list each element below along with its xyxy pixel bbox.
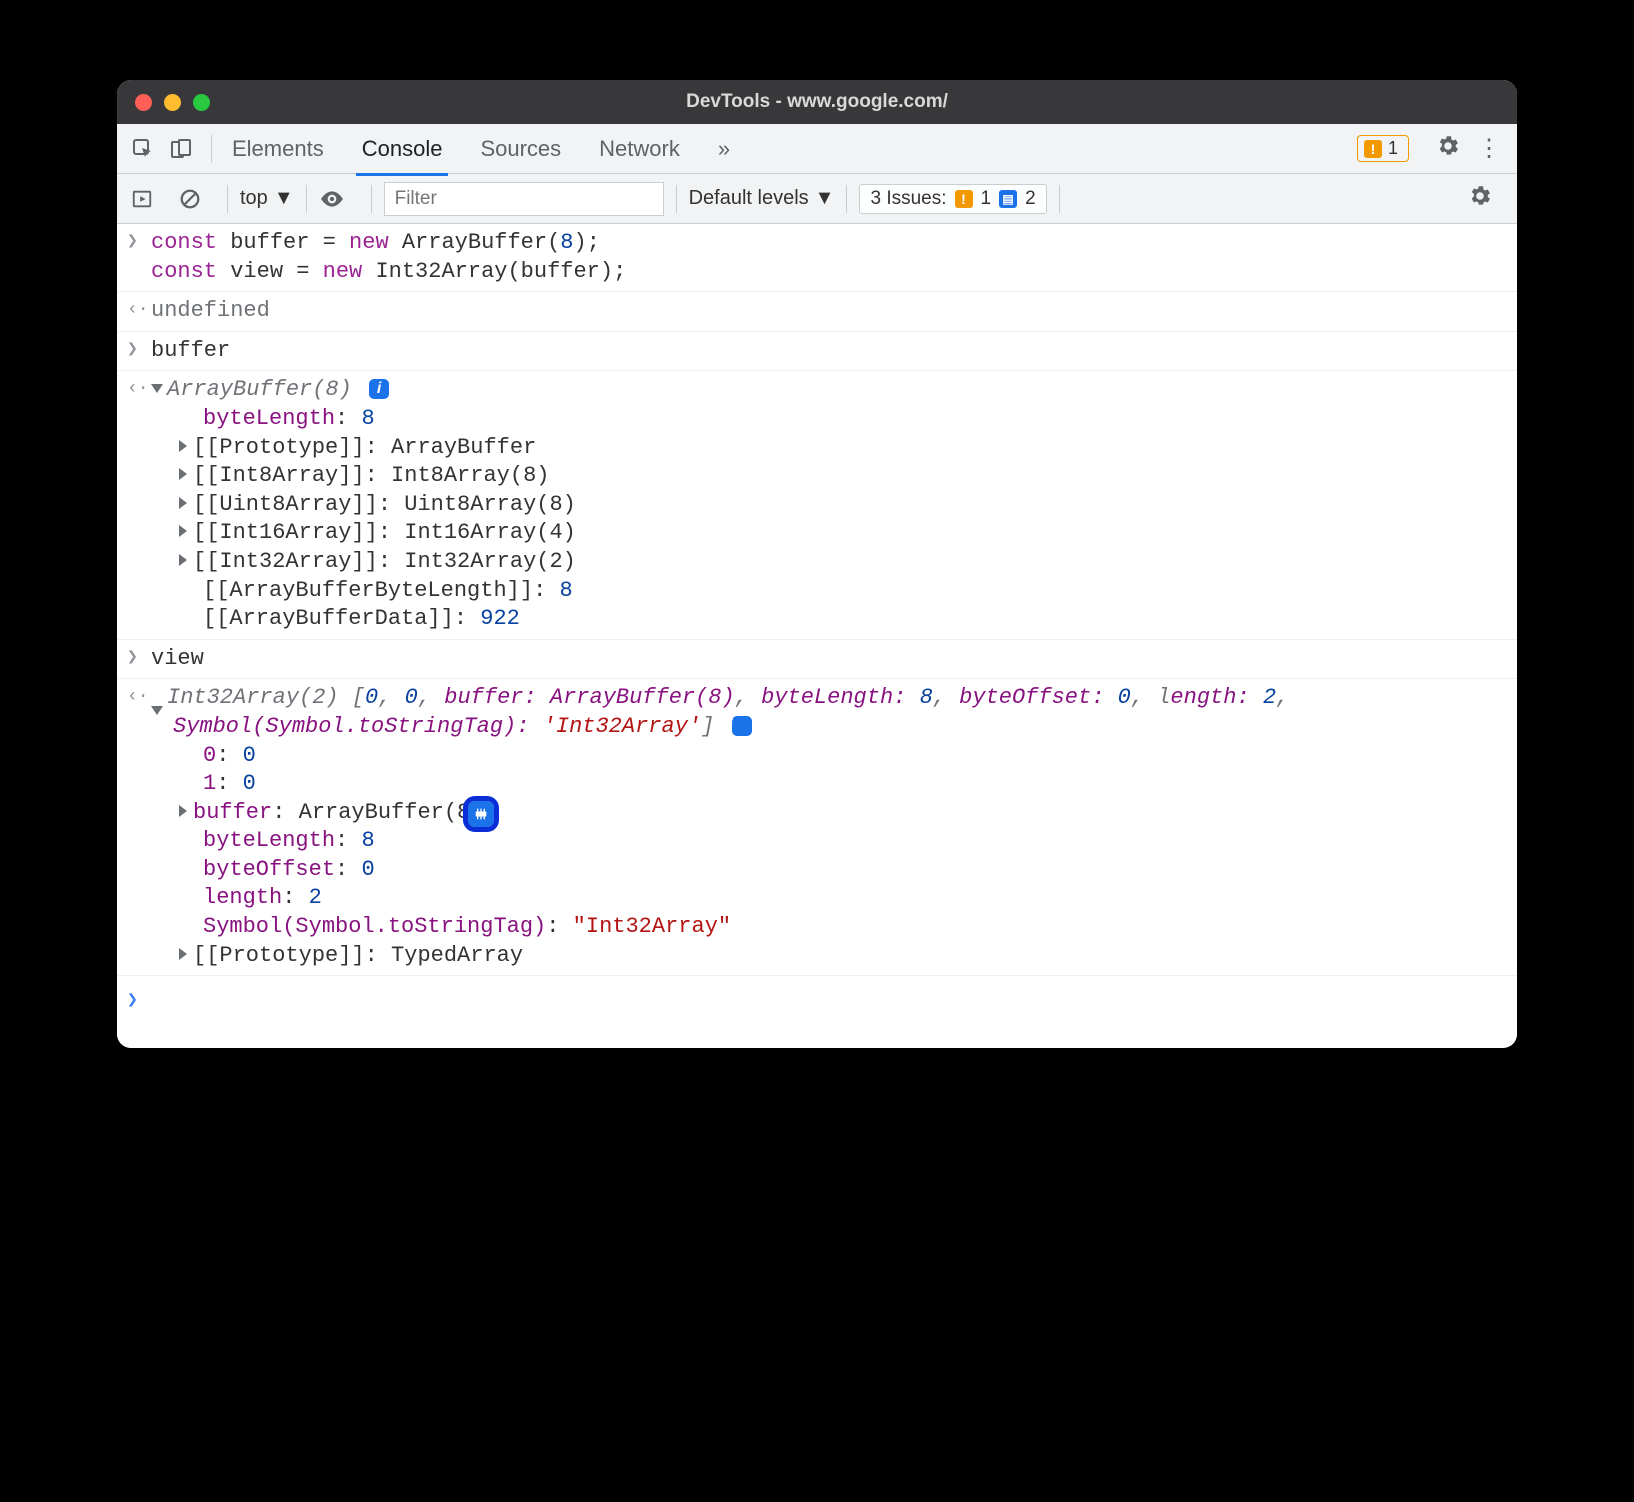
output-chevron-icon: ‹· [127, 378, 149, 401]
more-tabs-button[interactable]: » [716, 126, 732, 172]
input-chevron-icon: ❯ [127, 231, 138, 254]
expand-caret-icon[interactable] [179, 554, 187, 566]
clear-console-icon[interactable] [179, 183, 201, 215]
devtools-window: DevTools - www.google.com/ Elements Cons… [117, 80, 1517, 1048]
separator [227, 185, 228, 213]
close-button[interactable] [135, 94, 152, 111]
warnings-count: 1 [1388, 138, 1398, 159]
main-tabbar: Elements Console Sources Network » ! 1 ⋮ [117, 124, 1517, 174]
maximize-button[interactable] [193, 94, 210, 111]
output-chevron-icon: ‹· [127, 686, 149, 709]
more-menu-icon[interactable]: ⋮ [1477, 134, 1501, 163]
prompt-chevron-icon: ❯ [127, 990, 138, 1013]
arraybuffer-header[interactable]: ArrayBuffer(8) [167, 377, 352, 402]
titlebar: DevTools - www.google.com/ [117, 80, 1517, 124]
log-levels-label: Default levels [689, 187, 809, 210]
console-output: ❯ const buffer = new ArrayBuffer(8); con… [117, 224, 1517, 1048]
separator [676, 185, 677, 213]
live-expression-icon[interactable] [319, 183, 345, 215]
info-badge-icon[interactable]: i [369, 379, 389, 399]
expand-caret-icon[interactable] [179, 805, 187, 817]
console-input-row[interactable]: ❯ const buffer = new ArrayBuffer(8); con… [117, 224, 1517, 292]
filter-input[interactable] [384, 182, 664, 216]
console-prompt[interactable]: ❯ [117, 976, 1517, 1048]
info-badge-icon[interactable]: i [732, 716, 752, 736]
console-output-row: ‹· undefined [117, 292, 1517, 332]
separator [306, 185, 307, 213]
inspect-icon[interactable] [131, 133, 155, 165]
traffic-lights [117, 94, 210, 111]
console-input-row[interactable]: ❯ view [117, 640, 1517, 680]
tab-elements[interactable]: Elements [230, 126, 326, 172]
output-chevron-icon: ‹· [127, 299, 149, 322]
warning-icon: ! [955, 190, 973, 208]
separator [371, 185, 372, 213]
input-chevron-icon: ❯ [127, 647, 138, 670]
view-expr: view [151, 646, 204, 671]
memory-inspector-icon[interactable] [468, 801, 494, 827]
warnings-badge[interactable]: ! 1 [1357, 135, 1409, 162]
info-icon: ▤ [999, 190, 1017, 208]
issues-warn-count: 1 [981, 188, 992, 210]
expand-caret-icon[interactable] [151, 384, 163, 393]
console-toolbar: top ▼ Default levels ▼ 3 Issues: ! 1 ▤ 2 [117, 174, 1517, 224]
context-label: top [240, 187, 268, 210]
chevron-down-icon: ▼ [815, 187, 835, 210]
expand-caret-icon[interactable] [179, 440, 187, 452]
input-chevron-icon: ❯ [127, 339, 138, 362]
issues-counter[interactable]: 3 Issues: ! 1 ▤ 2 [859, 184, 1046, 214]
settings-icon[interactable] [1435, 133, 1461, 164]
issues-info-count: 2 [1025, 188, 1036, 210]
log-levels-selector[interactable]: Default levels ▼ [689, 187, 835, 210]
code-token: const [151, 230, 217, 255]
panel-tabs: Elements Console Sources Network » [230, 126, 732, 172]
device-toggle-icon[interactable] [169, 133, 193, 165]
expand-caret-icon[interactable] [179, 948, 187, 960]
separator [846, 185, 847, 213]
separator [211, 135, 212, 163]
expand-caret-icon[interactable] [151, 706, 163, 715]
context-selector[interactable]: top ▼ [240, 187, 294, 210]
separator [1059, 185, 1060, 213]
sidebar-toggle-icon[interactable] [131, 183, 153, 215]
console-settings-icon[interactable] [1467, 183, 1493, 214]
expand-caret-icon[interactable] [179, 468, 187, 480]
tab-network[interactable]: Network [597, 126, 682, 172]
expand-caret-icon[interactable] [179, 525, 187, 537]
expand-caret-icon[interactable] [179, 497, 187, 509]
undefined-result: undefined [151, 298, 270, 323]
tab-sources[interactable]: Sources [478, 126, 563, 172]
console-output-row: ‹· Int32Array(2) [0, 0, buffer: ArrayBuf… [117, 679, 1517, 976]
warning-icon: ! [1364, 140, 1382, 158]
buffer-expr: buffer [151, 338, 230, 363]
window-title: DevTools - www.google.com/ [117, 91, 1517, 113]
chevron-down-icon: ▼ [274, 187, 294, 210]
console-output-row: ‹· ArrayBuffer(8) i byteLength: 8 [[Prot… [117, 371, 1517, 639]
issues-label: 3 Issues: [870, 188, 946, 210]
tab-console[interactable]: Console [360, 126, 445, 172]
console-input-row[interactable]: ❯ buffer [117, 332, 1517, 372]
minimize-button[interactable] [164, 94, 181, 111]
